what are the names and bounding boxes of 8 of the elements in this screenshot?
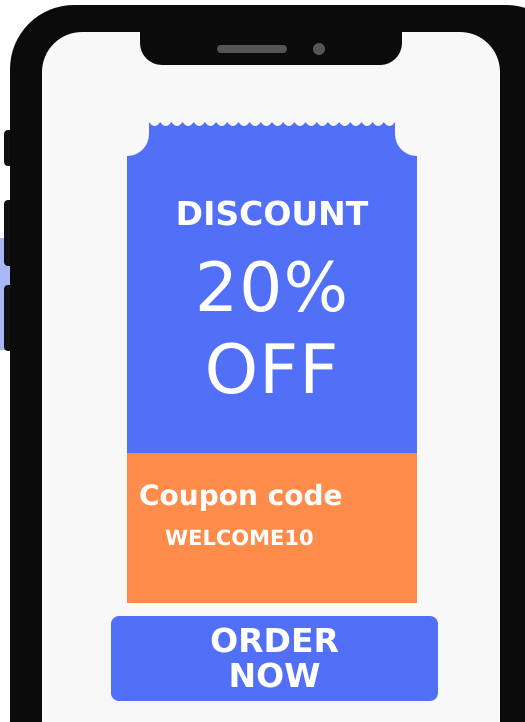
coupon-title: DISCOUNT — [176, 194, 368, 233]
coupon-code-label: Coupon code — [139, 479, 343, 512]
discount-suffix: OFF — [204, 337, 340, 405]
coupon-code: WELCOME10 — [165, 526, 314, 550]
camera-icon — [313, 42, 325, 54]
speaker-icon — [217, 44, 287, 52]
discount-amount: 20% — [194, 255, 350, 323]
order-button[interactable]: ORDER NOW — [111, 616, 438, 701]
